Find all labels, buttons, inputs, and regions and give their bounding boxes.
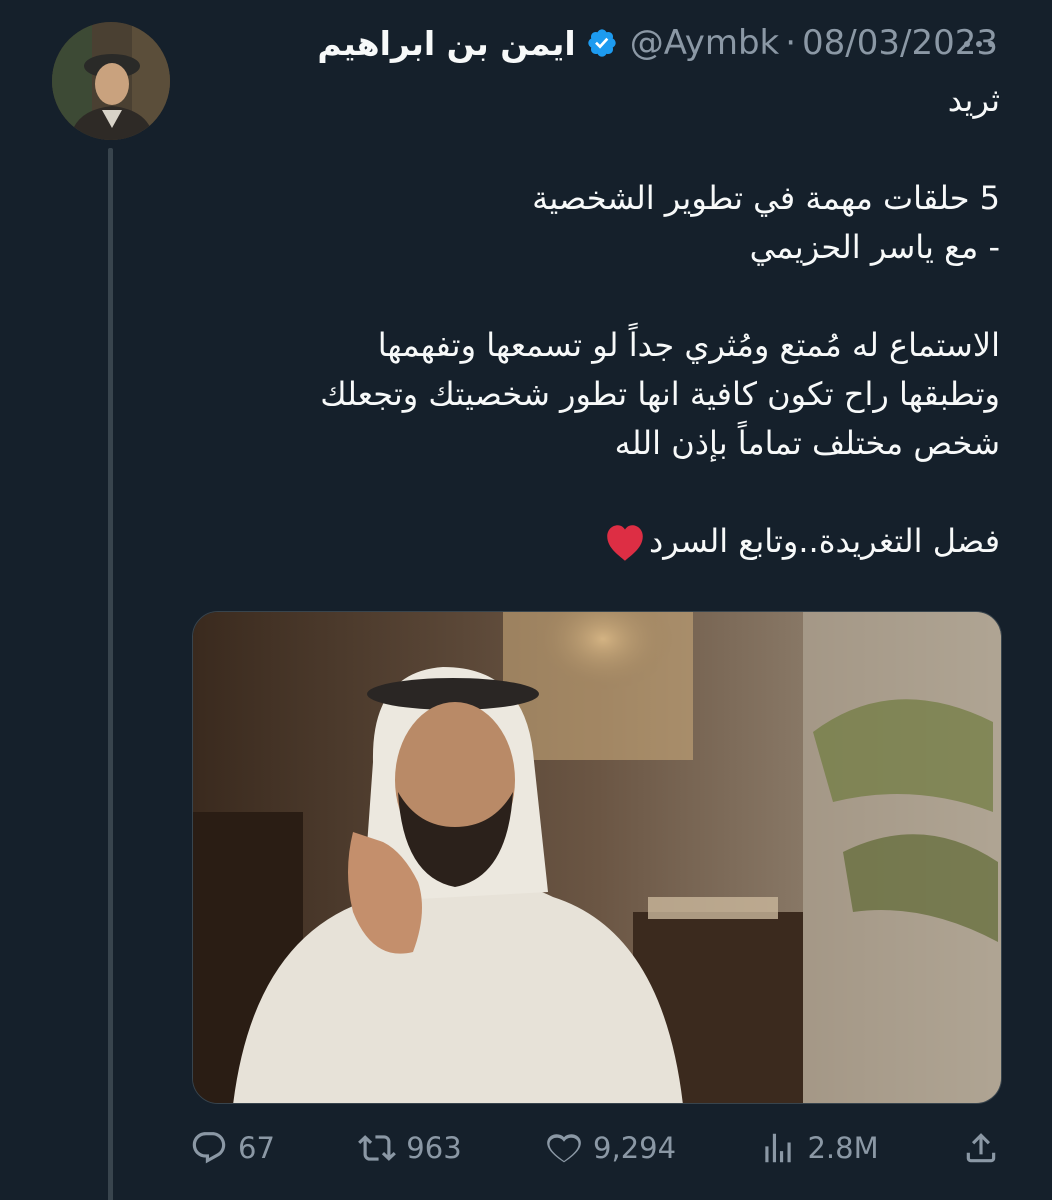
retweet-count: 963 bbox=[406, 1131, 462, 1165]
tweet-actions: 67 963 9,294 2.8M bbox=[190, 1118, 1000, 1178]
tweet-line: شخص مختلف تماماً بإذن الله bbox=[614, 424, 1000, 462]
tweet-line: وتطبقها راح تكون كافية انها تطور شخصيتك … bbox=[320, 375, 1000, 413]
retweet-button[interactable]: 963 bbox=[358, 1129, 462, 1167]
retweet-icon bbox=[358, 1135, 397, 1161]
like-icon bbox=[547, 1134, 581, 1163]
tweet-line: 5 حلقات مهمة في تطوير الشخصية bbox=[532, 179, 1000, 217]
views-button[interactable]: 2.8M bbox=[759, 1129, 879, 1167]
header-separator: · bbox=[785, 23, 797, 63]
tweet-line-gap bbox=[196, 272, 1000, 321]
reply-icon bbox=[192, 1132, 226, 1164]
tweet-line: فضل التغريدة..وتابع السرد bbox=[649, 522, 1000, 560]
author-avatar[interactable] bbox=[52, 22, 170, 140]
avatar-image bbox=[52, 22, 170, 140]
thread-line bbox=[108, 148, 113, 1200]
share-icon bbox=[966, 1133, 996, 1163]
views-count: 2.8M bbox=[807, 1131, 879, 1165]
tweet-line-gap bbox=[196, 468, 1000, 517]
share-button[interactable] bbox=[962, 1129, 1000, 1167]
media-photo bbox=[193, 612, 1001, 1103]
views-icon bbox=[765, 1133, 792, 1163]
tweet-header: ايمن بن ابراهيم @Aymbk · 08/03/2023 bbox=[196, 18, 998, 68]
tweet-line-gap bbox=[196, 125, 1000, 174]
reply-count: 67 bbox=[238, 1131, 275, 1165]
tweet-line: الاستماع له مُمتع ومُثري جداً لو تسمعها … bbox=[377, 326, 1000, 364]
tweet-media-image[interactable] bbox=[192, 611, 1002, 1104]
author-name[interactable]: ايمن بن ابراهيم bbox=[317, 24, 575, 63]
reply-button[interactable]: 67 bbox=[190, 1129, 275, 1167]
tweet-last-line: فضل التغريدة..وتابع السرد bbox=[196, 517, 1000, 566]
tweet-line: - مع ياسر الحزيمي bbox=[749, 228, 1000, 266]
verified-badge-icon bbox=[588, 29, 616, 57]
like-button[interactable]: 9,294 bbox=[545, 1129, 676, 1167]
author-handle[interactable]: @Aymbk bbox=[630, 23, 779, 63]
like-count: 9,294 bbox=[593, 1131, 677, 1165]
red-heart-emoji bbox=[607, 525, 643, 561]
more-dots-icon[interactable] bbox=[964, 32, 994, 56]
tweet-text: ثريد 5 حلقات مهمة في تطوير الشخصية - مع … bbox=[196, 76, 1000, 566]
tweet-line: ثريد bbox=[947, 81, 1000, 119]
